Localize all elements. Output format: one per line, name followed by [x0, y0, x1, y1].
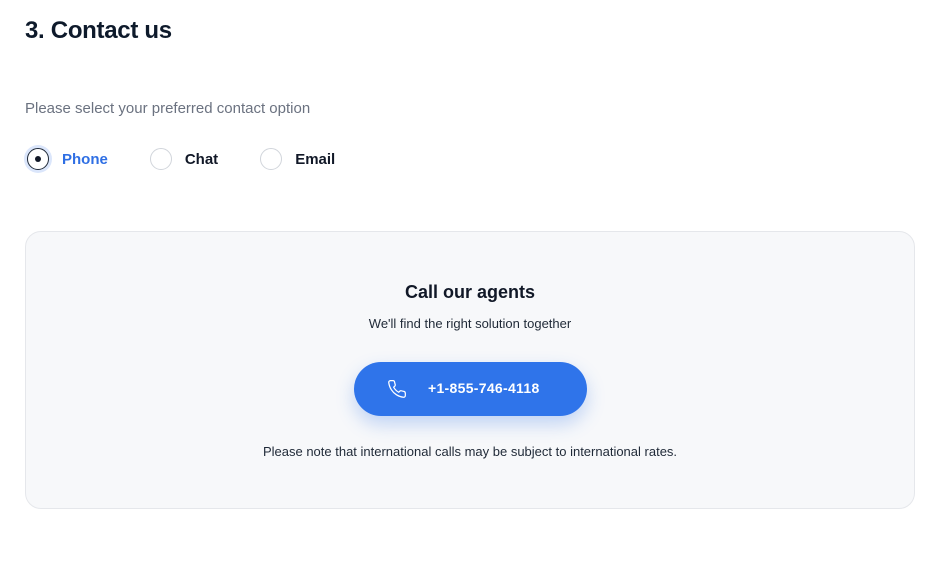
radio-chat[interactable]	[149, 148, 172, 170]
contact-option-label: Chat	[184, 150, 219, 168]
contact-option-prompt: Please select your preferred contact opt…	[25, 100, 311, 117]
card-title: Call our agents	[404, 282, 536, 302]
radio-selected-dot	[35, 156, 41, 162]
international-rates-note: Please note that international calls may…	[262, 444, 678, 459]
contact-option-chat[interactable]: Chat	[149, 148, 219, 170]
contact-option-group: Phone Chat Email	[27, 145, 377, 173]
page-title: 3. Contact us	[25, 17, 172, 44]
radio-email[interactable]	[260, 148, 283, 170]
contact-option-label: Email	[295, 150, 336, 168]
call-phone-button[interactable]: +1-855-746-4118	[354, 362, 587, 416]
contact-option-email[interactable]: Email	[260, 148, 335, 170]
contact-option-phone[interactable]: Phone	[27, 148, 108, 170]
card-subtitle: We'll find the right solution together	[368, 316, 572, 331]
phone-number: +1-855-746-4118	[428, 380, 540, 396]
phone-icon	[388, 380, 406, 398]
radio-phone[interactable]	[27, 148, 49, 170]
contact-option-label: Phone	[62, 150, 108, 168]
call-agents-card: Call our agents We'll find the right sol…	[25, 231, 915, 509]
